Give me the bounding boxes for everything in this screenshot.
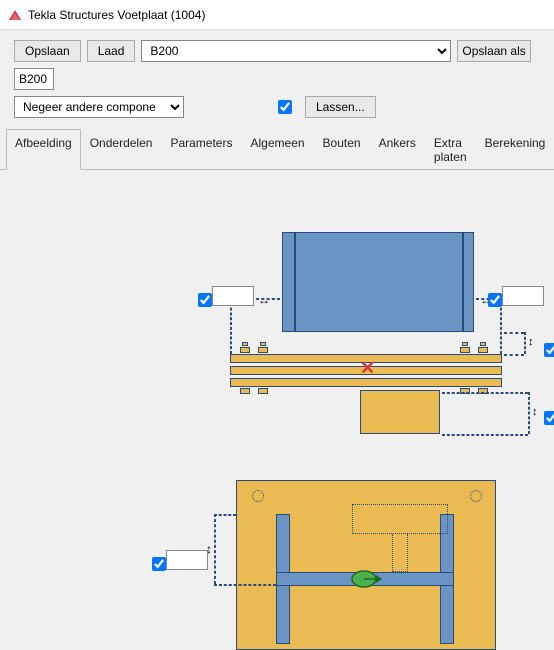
tab-berekening[interactable]: Berekening (476, 129, 554, 170)
diagram-canvas: ✕ ↔ ↔ ↕ ↕ (0, 170, 554, 650)
flange-line-left (294, 232, 296, 332)
tab-extra-platen[interactable]: Extra platen (425, 129, 476, 170)
tab-onderdelen[interactable]: Onderdelen (81, 129, 162, 170)
load-button[interactable]: Laad (87, 40, 136, 62)
save-as-input[interactable] (14, 68, 54, 90)
anchor-bolt-head (260, 342, 266, 346)
arrow-left-icon: ↔ (258, 293, 270, 307)
tab-afbeelding[interactable]: Afbeelding (6, 129, 81, 170)
save-as-button[interactable]: Opslaan als (457, 40, 530, 62)
param-check-plate-thk[interactable] (544, 343, 554, 357)
anchor-bolt (460, 347, 470, 353)
toolbar-top: Opslaan Laad B200 Opslaan als (0, 30, 554, 94)
title-bar: Tekla Structures Voetplaat (1004) (0, 0, 554, 30)
tekla-logo-icon (8, 8, 22, 22)
attribute-combo[interactable]: B200 (141, 40, 451, 62)
x-mark-icon: ✕ (360, 358, 375, 379)
bolt-hole-icon (470, 490, 482, 502)
param-check-plan[interactable] (152, 557, 166, 571)
param-check-grout-h[interactable] (544, 411, 554, 425)
welds-button[interactable]: Lassen... (305, 96, 376, 118)
anchor-bolt (258, 347, 268, 353)
tab-parameters[interactable]: Parameters (161, 129, 241, 170)
tab-strip: Afbeelding Onderdelen Parameters Algemee… (0, 128, 554, 170)
stiffener-stem (392, 534, 408, 572)
param-input-right[interactable] (502, 286, 544, 306)
param-input-left[interactable] (212, 286, 254, 306)
anchor-bolt (240, 347, 250, 353)
stiffener-outline (352, 504, 448, 534)
arrow-updown-icon: ↕ (532, 406, 538, 418)
param-check-left[interactable] (198, 293, 212, 307)
arrow-updown-icon: ↕ (206, 542, 212, 556)
tab-algemeen[interactable]: Algemeen (241, 129, 313, 170)
weld-symbol-icon (350, 568, 384, 590)
column-elevation (282, 232, 474, 332)
bolt-hole-icon (252, 490, 264, 502)
arrow-updown-icon: ↕ (528, 336, 534, 348)
window-title: Tekla Structures Voetplaat (1004) (28, 8, 205, 22)
anchor-bolt (478, 347, 488, 353)
anchor-bolt-head (242, 342, 248, 346)
tab-ankers[interactable]: Ankers (370, 129, 425, 170)
anchor-bolt (258, 388, 268, 394)
grout-block (360, 390, 440, 434)
toolbar-second: Negeer andere compone Lassen... (0, 94, 554, 128)
flange-line-right (462, 232, 464, 332)
anchor-bolt (240, 388, 250, 394)
anchor-bolt-head (480, 342, 486, 346)
save-button[interactable]: Opslaan (14, 40, 81, 62)
anchor-bolt-head (462, 342, 468, 346)
welds-checkbox[interactable] (278, 100, 292, 114)
param-check-right[interactable] (488, 293, 502, 307)
tab-bouten[interactable]: Bouten (314, 129, 370, 170)
base-plate-3 (230, 378, 502, 387)
param-input-plan[interactable] (166, 550, 208, 570)
ignore-combo[interactable]: Negeer andere compone (14, 96, 184, 118)
